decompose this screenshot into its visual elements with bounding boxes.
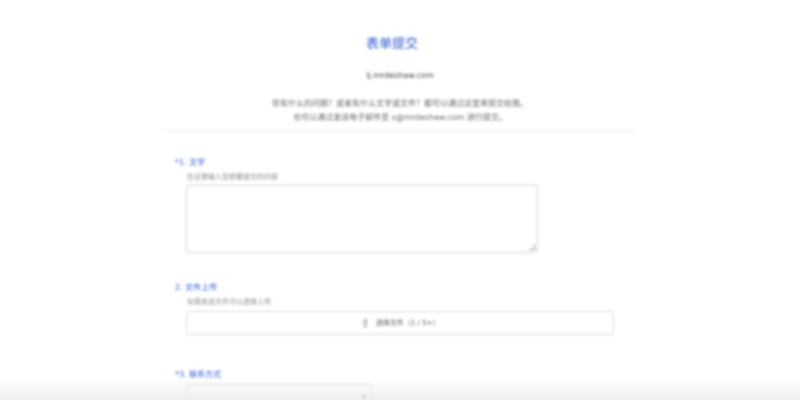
form-page: 表单提交 lj.mrdeshaw.com 您有什么的问题？或者有什么文字或文件？… <box>0 0 800 400</box>
form-subtitle: lj.mrdeshaw.com <box>366 71 434 80</box>
description-line-2: 也可以通过发送电子邮件至 s@mrdeshaw.com 进行提交。 <box>293 113 507 122</box>
form-description: 您有什么的问题？或者有什么文字或文件？都可以通过这里来提交给我。 也可以通过发送… <box>0 97 800 125</box>
question-1-label: *1. 文字 <box>175 158 206 167</box>
upload-icon: ⇪ <box>360 316 370 330</box>
form-title: 表单提交 <box>365 37 418 52</box>
description-line-1: 您有什么的问题？或者有什么文字或文件？都可以通过这里来提交给我。 <box>272 99 528 108</box>
file-upload-label: 选择文件（1 / 5+） <box>375 319 440 327</box>
question-2-label: 2. 文件上传 <box>175 283 218 292</box>
file-upload-button[interactable]: ⇪ 选择文件（1 / 5+） <box>186 311 614 335</box>
question-1-textarea[interactable] <box>186 185 538 253</box>
bottom-shadow <box>0 378 800 400</box>
resize-grip-icon[interactable] <box>529 244 535 250</box>
header-divider <box>160 130 635 131</box>
question-2-hint: 如需发送文件可以选择上传 <box>187 298 271 306</box>
question-1-hint: 在这里输入您想要提交的内容 <box>187 173 278 181</box>
